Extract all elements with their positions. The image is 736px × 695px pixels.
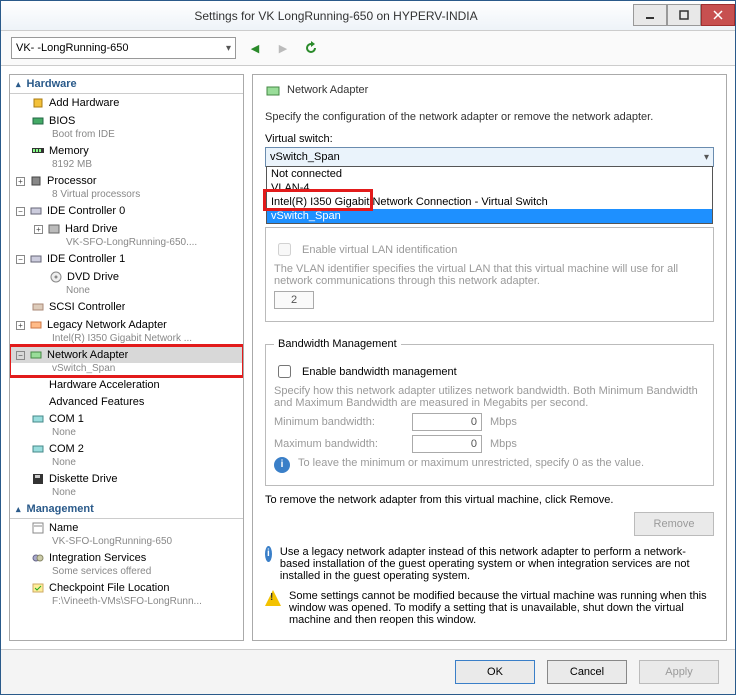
virtual-switch-value: vSwitch_Span [270, 151, 340, 163]
tree-adv-features[interactable]: Advanced Features [10, 394, 243, 409]
tree-dvd[interactable]: DVD Drive [10, 269, 243, 285]
network-adapter-panel: Network Adapter Specify the configuratio… [252, 74, 727, 641]
tree-ide0[interactable]: −IDE Controller 0 [10, 203, 243, 219]
hard-drive-icon [47, 222, 61, 236]
tree-name[interactable]: Name [10, 520, 243, 536]
dvd-icon [49, 270, 63, 284]
com-port-icon [31, 442, 45, 456]
dialog-buttons: OK Cancel Apply [1, 649, 735, 694]
tree-hard-drive[interactable]: +Hard Drive [10, 221, 243, 237]
bw-min-input [412, 413, 482, 431]
vlan-enable-checkbox [278, 243, 291, 256]
info-icon: i [274, 457, 290, 473]
expand-icon[interactable]: + [16, 177, 25, 186]
legacy-nic-icon [29, 318, 43, 332]
tree-processor[interactable]: +Processor [10, 173, 243, 189]
name-icon [31, 521, 45, 535]
bandwidth-fieldset: Bandwidth Management Enable bandwidth ma… [265, 338, 714, 486]
com-port-icon [31, 412, 45, 426]
virtual-switch-combo[interactable]: vSwitch_Span ▾ Not connected VLAN-4 Inte… [265, 147, 714, 167]
panel-description: Specify the configuration of the network… [265, 111, 714, 123]
cancel-button[interactable]: Cancel [547, 660, 627, 684]
vs-option-vswitch-span[interactable]: vSwitch_Span [267, 209, 712, 223]
expand-icon[interactable]: + [16, 321, 25, 330]
warning-text: Some settings cannot be modified because… [289, 590, 714, 626]
maximize-button[interactable] [667, 4, 701, 26]
vlan-description: The VLAN identifier specifies the virtua… [274, 263, 705, 287]
tree-bios[interactable]: BIOS [10, 113, 243, 129]
collapse-icon: ▴ [16, 79, 21, 90]
tree-add-hardware[interactable]: Add Hardware [10, 95, 243, 111]
collapse-icon: ▴ [16, 504, 21, 515]
bandwidth-enable-checkbox[interactable] [278, 365, 291, 378]
toolbar: VK- -LongRunning-650 ▾ ◀ ▶ [1, 31, 735, 66]
chevron-down-icon: ▾ [226, 43, 231, 54]
bandwidth-legend: Bandwidth Management [274, 338, 401, 350]
chevron-down-icon: ▾ [704, 152, 709, 163]
warning-icon [265, 590, 281, 606]
hardware-section-header[interactable]: ▴ Hardware [10, 75, 243, 94]
apply-button: Apply [639, 660, 719, 684]
bw-max-input [412, 435, 482, 453]
panel-title: Network Adapter [265, 83, 714, 97]
collapse-icon[interactable]: − [16, 255, 25, 264]
vm-selector[interactable]: VK- -LongRunning-650 ▾ [11, 37, 236, 59]
bw-min-label: Minimum bandwidth: [274, 416, 404, 428]
nav-back-button[interactable]: ◀ [246, 39, 264, 57]
ok-button[interactable]: OK [455, 660, 535, 684]
collapse-icon[interactable]: − [16, 351, 25, 360]
integration-icon [31, 551, 45, 565]
expand-icon[interactable]: + [34, 225, 43, 234]
tree-ide1[interactable]: −IDE Controller 1 [10, 251, 243, 267]
minimize-button[interactable] [633, 4, 667, 26]
settings-window: Settings for VK LongRunning-650 on HYPER… [0, 0, 736, 695]
virtual-switch-label: Virtual switch: [265, 133, 714, 145]
vlan-id-input [274, 291, 314, 309]
vlan-fieldset: Enable virtual LAN identification The VL… [265, 227, 714, 322]
vs-option-not-connected[interactable]: Not connected [267, 167, 712, 181]
scsi-icon [31, 300, 45, 314]
controller-icon [29, 252, 43, 266]
tree-network-adapter-highlight: −Network Adapter vSwitch_Span [10, 346, 243, 376]
tree-network-adapter[interactable]: −Network Adapter [10, 347, 243, 363]
remove-button: Remove [634, 512, 714, 536]
vswitch-highlight [263, 189, 373, 211]
bw-max-label: Maximum bandwidth: [274, 438, 404, 450]
titlebar: Settings for VK LongRunning-650 on HYPER… [1, 1, 735, 31]
tree-scsi[interactable]: SCSI Controller [10, 299, 243, 315]
tree-checkpoint[interactable]: Checkpoint File Location [10, 580, 243, 596]
bandwidth-description: Specify how this network adapter utilize… [274, 385, 705, 409]
tree-hw-accel[interactable]: Hardware Acceleration [10, 377, 243, 392]
refresh-button[interactable] [302, 39, 320, 57]
diskette-icon [31, 472, 45, 486]
close-button[interactable] [701, 4, 735, 26]
processor-icon [29, 174, 43, 188]
tree-memory[interactable]: Memory [10, 143, 243, 159]
nic-icon [265, 83, 279, 97]
memory-icon [31, 144, 45, 158]
info-icon: i [265, 546, 272, 562]
remove-text: To remove the network adapter from this … [265, 494, 714, 506]
collapse-icon[interactable]: − [16, 207, 25, 216]
tree-com1[interactable]: COM 1 [10, 411, 243, 427]
tree-integration[interactable]: Integration Services [10, 550, 243, 566]
tree-com2[interactable]: COM 2 [10, 441, 243, 457]
legacy-info-text: Use a legacy network adapter instead of … [280, 546, 714, 582]
checkpoint-icon [31, 581, 45, 595]
controller-icon [29, 204, 43, 218]
management-section-header[interactable]: ▴ Management [10, 500, 243, 519]
nav-forward-button[interactable]: ▶ [274, 39, 292, 57]
window-title: Settings for VK LongRunning-650 on HYPER… [39, 9, 633, 23]
nic-icon [29, 348, 43, 362]
bios-icon [31, 114, 45, 128]
add-hardware-icon [31, 96, 45, 110]
vm-selector-value: VK- -LongRunning-650 [16, 42, 129, 54]
tree-diskette[interactable]: Diskette Drive [10, 471, 243, 487]
tree-legacy-network[interactable]: +Legacy Network Adapter [10, 317, 243, 333]
hardware-tree[interactable]: ▴ Hardware Add Hardware BIOSBoot from ID… [9, 74, 244, 641]
